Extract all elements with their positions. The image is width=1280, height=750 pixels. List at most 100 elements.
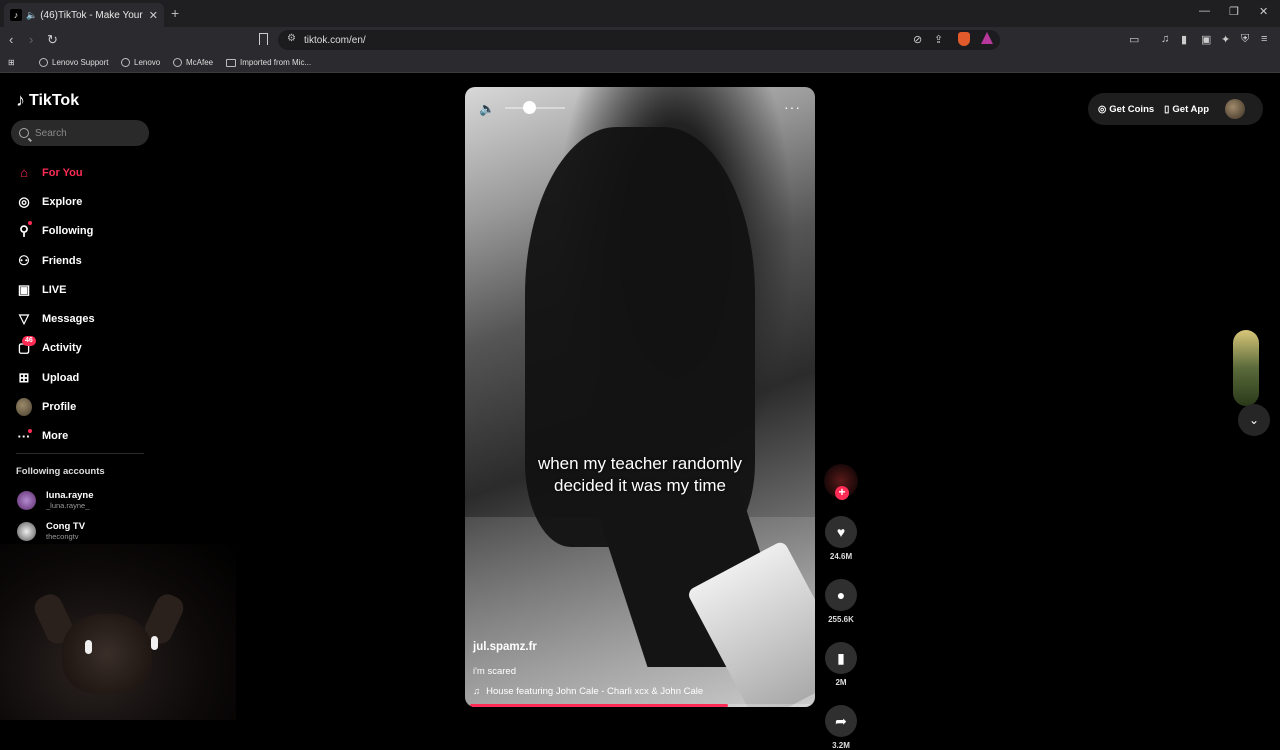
minimize-icon[interactable]: — bbox=[1199, 5, 1210, 17]
bookmark-icon: ▮ bbox=[825, 642, 857, 674]
globe-icon bbox=[39, 58, 48, 67]
url-text: tiktok.com/en/ bbox=[304, 34, 366, 46]
speaker-icon[interactable]: 🔈 bbox=[26, 10, 37, 21]
search-input[interactable]: Search bbox=[11, 120, 149, 146]
comment-button[interactable]: ● 255.6K bbox=[822, 579, 860, 624]
globe-icon bbox=[173, 58, 182, 67]
wallet-icon[interactable]: ▣ bbox=[1201, 33, 1211, 46]
avatar bbox=[17, 521, 36, 541]
video-progress-bar[interactable] bbox=[470, 704, 810, 707]
reading-list-icon[interactable]: ▮ bbox=[1181, 33, 1187, 46]
tiktok-note-icon: ♪ bbox=[16, 90, 25, 110]
tab-title: (46)TikTok - Make Your Day bbox=[40, 9, 145, 21]
creator-avatar[interactable]: + bbox=[824, 464, 858, 500]
avatar bbox=[17, 490, 36, 510]
following-account-item[interactable]: luna.rayne _luna.rayne_ bbox=[17, 490, 94, 510]
nav-live[interactable]: ▣ LIVE bbox=[16, 275, 95, 304]
live-preview-thumbnail[interactable] bbox=[1233, 330, 1259, 406]
video-caption-overlay: when my teacher randomly decided it was … bbox=[537, 454, 743, 495]
video-music[interactable]: ♫ House featuring John Cale - Charli xcx… bbox=[473, 686, 703, 697]
music-note-icon: ♫ bbox=[473, 686, 481, 697]
get-coins-button[interactable]: ◎ Get Coins bbox=[1098, 104, 1154, 115]
translate-icon[interactable]: ⊘ bbox=[913, 33, 922, 46]
send-icon: ▽ bbox=[19, 311, 29, 327]
webcam-overlay bbox=[0, 544, 236, 720]
plus-square-icon: ⊞ bbox=[18, 369, 30, 385]
bookmarks-bar: ⊞ Lenovo Support Lenovo McAfee Imported … bbox=[0, 53, 1280, 73]
search-icon bbox=[19, 128, 29, 138]
tiktok-logo[interactable]: ♪ TikTok bbox=[16, 90, 79, 111]
apps-icon[interactable]: ⊞ bbox=[8, 58, 15, 67]
leo-ai-icon[interactable]: ✦ bbox=[1221, 33, 1230, 46]
nav-following[interactable]: ⚲ Following bbox=[16, 217, 95, 246]
heart-icon: ♥ bbox=[825, 516, 857, 548]
notification-dot bbox=[28, 220, 32, 225]
brave-shields-icon[interactable] bbox=[958, 32, 970, 46]
site-info-icon[interactable]: ⚙ bbox=[287, 33, 296, 44]
nav-upload[interactable]: ⊞ Upload bbox=[16, 363, 95, 392]
forward-icon[interactable]: › bbox=[29, 32, 33, 47]
nav-friends[interactable]: ⚇ Friends bbox=[16, 246, 95, 275]
chevron-down-icon: ⌄ bbox=[1248, 413, 1260, 427]
notification-dot bbox=[28, 428, 32, 433]
next-video-button[interactable]: ⌄ bbox=[1238, 404, 1270, 436]
save-button[interactable]: ▮ 2M bbox=[822, 642, 860, 687]
close-window-icon[interactable]: ✕ bbox=[1259, 5, 1268, 18]
like-button[interactable]: ♥ 24.6M bbox=[822, 516, 860, 561]
bookmark-icon[interactable] bbox=[259, 33, 268, 45]
divider bbox=[16, 453, 144, 454]
video-player[interactable]: 🔈 ··· when my teacher randomly decided i… bbox=[465, 87, 815, 707]
url-field[interactable]: ⚙ tiktok.com/en/ bbox=[278, 30, 1000, 50]
bookmark-lenovo-support[interactable]: Lenovo Support bbox=[39, 58, 109, 67]
back-icon[interactable]: ‹ bbox=[9, 32, 13, 47]
nav-profile[interactable]: Profile bbox=[16, 392, 95, 421]
comment-icon: ● bbox=[825, 579, 857, 611]
sidebar-panel-icon[interactable]: ▭ bbox=[1129, 33, 1139, 46]
vpn-icon[interactable]: ⛨ bbox=[1241, 33, 1249, 46]
bookmark-imported-folder[interactable]: Imported from Mic... bbox=[226, 58, 311, 67]
share-arrow-icon: ➦ bbox=[825, 705, 857, 737]
video-description: i'm scared bbox=[473, 666, 516, 677]
comment-count: 255.6K bbox=[828, 615, 854, 624]
brave-rewards-icon[interactable] bbox=[981, 32, 993, 44]
top-right-actions: ◎ Get Coins ▯ Get App bbox=[1088, 93, 1263, 125]
nav-messages[interactable]: ▽ Messages bbox=[16, 304, 95, 333]
like-count: 24.6M bbox=[829, 552, 853, 561]
video-author[interactable]: jul.spamz.fr bbox=[473, 641, 537, 653]
video-progress-fill bbox=[470, 704, 729, 707]
video-actions: + ♥ 24.6M ● 255.6K ▮ 2M ➦ 3.2M bbox=[822, 464, 860, 750]
tiktok-page: ♪ TikTok Search ⌂ For You ◎ Explore ⚲ Fo… bbox=[0, 74, 1280, 750]
share-button[interactable]: ➦ 3.2M bbox=[822, 705, 860, 750]
volume-slider-knob[interactable] bbox=[523, 101, 536, 114]
globe-icon bbox=[121, 58, 130, 67]
restore-icon[interactable]: ❐ bbox=[1229, 5, 1239, 18]
more-options-icon[interactable]: ··· bbox=[784, 99, 801, 115]
following-account-item[interactable]: Cong TV thecongtv bbox=[17, 521, 85, 541]
folder-icon bbox=[226, 58, 236, 67]
get-app-button[interactable]: ▯ Get App bbox=[1164, 104, 1209, 115]
nav-more[interactable]: ··· More bbox=[16, 422, 95, 451]
reload-icon[interactable]: ↻ bbox=[47, 32, 58, 48]
bookmark-mcafee[interactable]: McAfee bbox=[173, 58, 213, 67]
browser-tab[interactable]: ♪ 🔈 (46)TikTok - Make Your Day ✕ bbox=[4, 3, 164, 27]
avatar[interactable] bbox=[1225, 99, 1245, 119]
home-icon: ⌂ bbox=[20, 165, 28, 181]
address-toolbar: ‹ › ↻ ⚙ tiktok.com/en/ ⊘ ⇪ ▭ ♫ ▮ ▣ ✦ ⛨ ≡ bbox=[0, 27, 1280, 53]
phone-icon: ▯ bbox=[1164, 103, 1170, 115]
follow-plus-icon[interactable]: + bbox=[835, 486, 849, 500]
sidebar-nav: ⌂ For You ◎ Explore ⚲ Following ⚇ Friend… bbox=[16, 158, 95, 451]
menu-icon[interactable]: ≡ bbox=[1261, 33, 1267, 45]
media-icon[interactable]: ♫ bbox=[1161, 33, 1169, 45]
share-icon[interactable]: ⇪ bbox=[934, 33, 943, 46]
nav-explore[interactable]: ◎ Explore bbox=[16, 187, 95, 216]
following-accounts-title: Following accounts bbox=[16, 466, 105, 477]
new-tab-icon[interactable]: + bbox=[171, 5, 179, 21]
bookmark-lenovo[interactable]: Lenovo bbox=[121, 58, 160, 67]
nav-for-you[interactable]: ⌂ For You bbox=[16, 158, 95, 187]
friends-icon: ⚇ bbox=[18, 252, 30, 268]
volume-icon[interactable]: 🔈 bbox=[479, 101, 495, 117]
close-tab-icon[interactable]: ✕ bbox=[149, 9, 158, 22]
search-placeholder: Search bbox=[35, 127, 67, 139]
nav-activity[interactable]: ▢ 46 Activity bbox=[16, 334, 95, 363]
live-icon: ▣ bbox=[17, 281, 31, 297]
